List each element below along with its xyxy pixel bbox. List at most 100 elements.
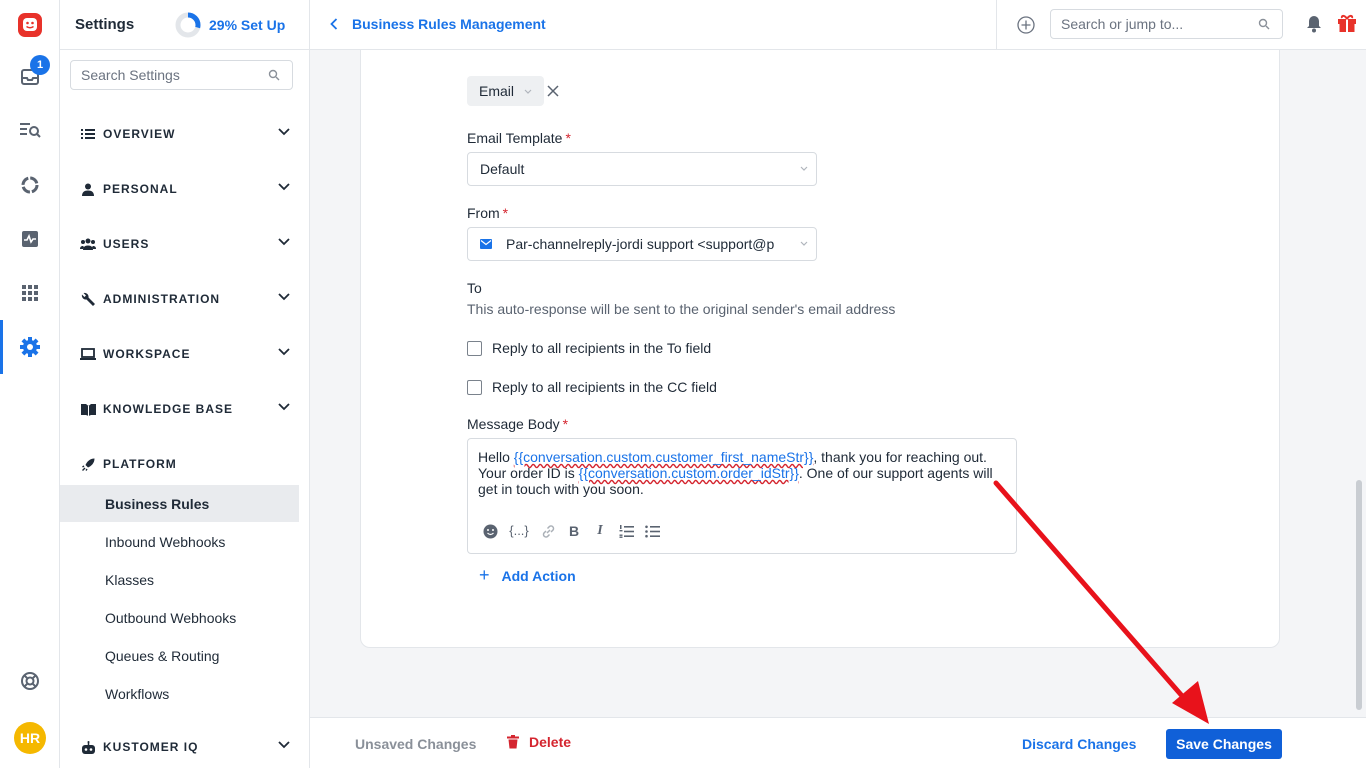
template-variable: {{conversation.custom.customer_first_nam…	[513, 449, 814, 465]
sidebar-section-label: WORKSPACE	[103, 347, 191, 361]
breadcrumb-title[interactable]: Business Rules Management	[352, 16, 546, 32]
sidebar-section-label: USERS	[103, 237, 150, 251]
from-select[interactable]: Par-channelreply-jordi support <support@…	[467, 227, 817, 261]
emoji-icon[interactable]	[482, 524, 498, 539]
channel-select[interactable]: Email	[467, 76, 545, 106]
sidebar-section-label: PLATFORM	[103, 457, 177, 471]
person-icon	[80, 183, 96, 196]
list-icon	[80, 128, 96, 140]
settings-sidebar: Settings 29% Set Up OVERVIEW PERSONAL US…	[60, 0, 366, 768]
chevron-down-icon	[800, 166, 808, 171]
sidebar-item-outbound-webhooks[interactable]: Outbound Webhooks	[60, 599, 299, 636]
sidebar-section-workspace[interactable]: WORKSPACE	[80, 342, 290, 366]
sidebar-section-overview[interactable]: OVERVIEW	[80, 122, 290, 146]
from-value: Par-channelreply-jordi support <support@…	[506, 236, 775, 252]
reply-cc-all-label: Reply to all recipients in the CC field	[492, 379, 717, 395]
global-search-input[interactable]	[1061, 16, 1246, 32]
sidebar-section-label: PERSONAL	[103, 182, 178, 196]
setup-progress-label: 29% Set Up	[209, 17, 286, 33]
rocket-icon	[80, 458, 96, 471]
checkbox[interactable]	[467, 379, 482, 395]
search-icon	[1258, 18, 1270, 30]
app-rail: 1 HR	[0, 0, 60, 768]
sidebar-item-workflows[interactable]: Workflows	[60, 675, 299, 712]
sidebar-item-queues-routing[interactable]: Queues & Routing	[60, 637, 299, 674]
discard-changes-button[interactable]: Discard Changes	[1022, 736, 1136, 752]
envelope-icon	[480, 239, 492, 249]
reply-to-all-checkbox[interactable]: Reply to all recipients in the To field	[467, 340, 711, 356]
setup-progress[interactable]: 29% Set Up	[175, 12, 285, 38]
checkbox[interactable]	[467, 340, 482, 356]
template-variable: {{conversation.custom.order_idStr}}	[578, 465, 799, 481]
user-avatar[interactable]: HR	[14, 722, 46, 754]
settings-search-input[interactable]	[81, 67, 251, 83]
laptop-icon	[80, 348, 96, 360]
action-card: Email Email Template * Default From * Par-…	[360, 50, 1280, 648]
main-scrollbar[interactable]	[1356, 480, 1362, 710]
ordered-list-icon[interactable]	[618, 524, 634, 538]
message-body-text[interactable]: Hello {{conversation.custom.customer_fir…	[478, 449, 1006, 497]
sidebar-title: Settings	[75, 16, 135, 33]
add-action-button[interactable]: + Add Action	[479, 565, 576, 586]
sidebar-section-personal[interactable]: PERSONAL	[80, 177, 290, 201]
footer-bar: Unsaved Changes Delete Discard Changes S…	[310, 717, 1366, 768]
email-template-label: Email Template *	[467, 130, 571, 146]
activity-icon[interactable]	[0, 219, 60, 259]
sidebar-section-platform[interactable]: PLATFORM	[80, 452, 280, 476]
search-icon	[268, 69, 280, 81]
gift-icon[interactable]	[1337, 13, 1357, 33]
sidebar-section-label: KUSTOMER IQ	[103, 740, 199, 754]
chevron-left-icon[interactable]	[330, 18, 338, 30]
from-label: From *	[467, 205, 509, 221]
notification-badge: 1	[30, 55, 50, 75]
chevron-down-icon	[278, 741, 290, 749]
reply-to-all-label: Reply to all recipients in the To field	[492, 340, 712, 356]
trash-icon	[507, 735, 519, 749]
settings-gear-icon[interactable]	[0, 327, 60, 367]
sidebar-section-kustomer-iq[interactable]: KUSTOMER IQ	[80, 735, 290, 759]
reports-icon[interactable]	[0, 165, 60, 205]
reply-cc-all-checkbox[interactable]: Reply to all recipients in the CC field	[467, 379, 717, 395]
chevron-down-icon	[524, 89, 532, 94]
help-lifebuoy-icon[interactable]	[0, 661, 60, 701]
wrench-icon	[80, 292, 96, 307]
sidebar-section-label: ADMINISTRATION	[103, 292, 221, 306]
channel-select-value: Email	[479, 83, 515, 99]
sidebar-item-business-rules[interactable]: Business Rules	[60, 485, 299, 522]
bold-icon[interactable]: B	[566, 523, 582, 539]
kustomer-logo-icon[interactable]	[0, 5, 60, 45]
chevron-down-icon	[278, 403, 290, 411]
chevron-down-icon	[278, 238, 290, 246]
sidebar-item-inbound-webhooks[interactable]: Inbound Webhooks	[60, 523, 299, 560]
link-icon[interactable]	[540, 524, 556, 539]
bell-icon[interactable]	[1306, 15, 1322, 33]
save-changes-button[interactable]: Save Changes	[1166, 729, 1282, 759]
email-template-value: Default	[480, 161, 525, 177]
main-content: Email Email Template * Default From * Par-…	[310, 50, 1366, 717]
breadcrumb[interactable]: Business Rules Management	[330, 16, 546, 32]
sidebar-item-klasses[interactable]: Klasses	[60, 561, 299, 598]
plus-icon: +	[479, 565, 490, 585]
to-note: This auto-response will be sent to the o…	[467, 301, 896, 317]
settings-search[interactable]	[70, 60, 293, 90]
book-icon	[80, 403, 96, 416]
divider	[996, 0, 997, 50]
add-action-label: Add Action	[501, 567, 576, 584]
top-bar: Business Rules Management	[310, 0, 1366, 50]
sidebar-section-administration[interactable]: ADMINISTRATION	[80, 287, 290, 311]
variable-braces-icon[interactable]: {...}	[508, 523, 530, 539]
message-body-editor[interactable]: Hello {{conversation.custom.customer_fir…	[467, 438, 1017, 554]
sidebar-section-knowledge-base[interactable]: KNOWLEDGE BASE	[80, 397, 290, 421]
sidebar-section-users[interactable]: USERS	[80, 232, 290, 256]
close-icon[interactable]	[547, 85, 559, 97]
delete-button[interactable]: Delete	[507, 734, 571, 750]
italic-icon[interactable]: I	[592, 523, 608, 539]
users-icon	[80, 238, 96, 250]
search-list-icon[interactable]	[0, 110, 60, 150]
global-search[interactable]	[1050, 9, 1283, 39]
apps-grid-icon[interactable]	[0, 273, 60, 313]
robot-icon	[80, 740, 96, 754]
add-circle-icon[interactable]	[1017, 16, 1035, 34]
bullet-list-icon[interactable]	[644, 525, 660, 538]
email-template-select[interactable]: Default	[467, 152, 817, 186]
